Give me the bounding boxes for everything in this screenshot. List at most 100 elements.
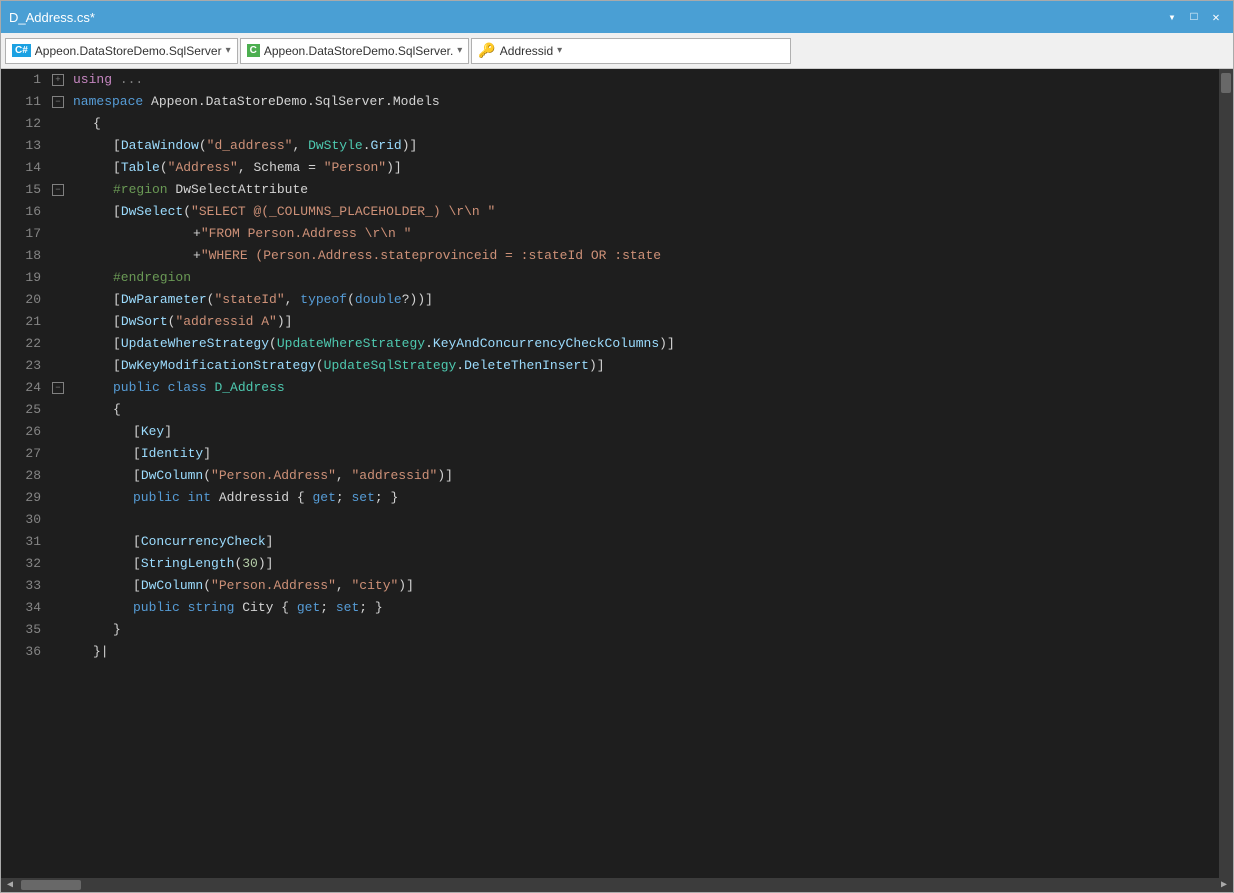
gutter: + − − [49,69,69,878]
code-line-27: [Identity] [73,443,1219,465]
scroll-left-btn[interactable]: ◀ [3,878,17,892]
chevron-down-icon2: ▾ [457,45,462,56]
gutter-1[interactable]: + [49,69,69,91]
vertical-scrollbar[interactable] [1219,69,1233,878]
scrollbar-thumb-h[interactable] [21,880,81,890]
token-dot2: . [425,333,433,355]
ln-27: 27 [1,443,41,465]
code-line-22: [UpdateWhereStrategy(UpdateWhereStrategy… [73,333,1219,355]
gutter-26 [49,421,69,443]
ln-11: 11 [1,91,41,113]
token-close: )] [437,465,453,487]
code-editor[interactable]: 1 11 12 13 14 15 16 17 18 19 20 21 22 23… [1,69,1233,892]
token-semi2: ; } [375,487,398,509]
token-sp [180,487,188,509]
token-select-str: "SELECT @(_COLUMNS_PLACEHOLDER_) \r\n " [191,201,495,223]
class-dropdown[interactable]: C Appeon.DataStoreDemo.SqlServer. ▾ [240,38,470,64]
gutter-31 [49,531,69,553]
code-line-25: { [73,399,1219,421]
token-semi4: ; } [359,597,382,619]
token-close4: )] [659,333,675,355]
gutter-28 [49,465,69,487]
ln-35: 35 [1,619,41,641]
code-lines: 1 11 12 13 14 15 16 17 18 19 20 21 22 23… [1,69,1233,878]
minimize-button[interactable]: ▾ [1163,8,1181,26]
token-class: class [168,377,207,399]
collapse-1[interactable]: + [52,74,64,86]
code-line-13: [DataWindow("d_address", DwStyle.Grid)] [73,135,1219,157]
token-namespace: namespace [73,91,143,113]
close-button[interactable]: ✕ [1207,8,1225,26]
token-col-str1: "Person.Address" [211,465,336,487]
toolbar: C# Appeon.DataStoreDemo.SqlServer ▾ C Ap… [1,33,1233,69]
token-string: string [188,597,235,619]
ln-33: 33 [1,575,41,597]
gutter-29 [49,487,69,509]
maximize-button[interactable]: □ [1185,8,1203,26]
gutter-24[interactable]: − [49,377,69,399]
code-line-26: [Key] [73,421,1219,443]
token-paren: ( [269,333,277,355]
token-bracket: [ [113,289,121,311]
code-line-19: #endregion [73,267,1219,289]
namespace-dropdown[interactable]: C# Appeon.DataStoreDemo.SqlServer ▾ [5,38,238,64]
token-sp3 [180,597,188,619]
scroll-right-btn[interactable]: ▶ [1217,878,1231,892]
gutter-36 [49,641,69,663]
gutter-15[interactable]: − [49,179,69,201]
chevron-down-icon: ▾ [226,45,231,56]
token-set: set [351,487,374,509]
code-line-20: [DwParameter("stateId", typeof(double?))… [73,289,1219,311]
token-bracket: [ [133,553,141,575]
ln-1: 1 [1,69,41,91]
member-dropdown[interactable]: 🔑 Addressid ▾ [471,38,791,64]
token-conccheck: ConcurrencyCheck [141,531,266,553]
token-paren: ( [234,553,242,575]
code-line-12: { [73,113,1219,135]
code-line-30 [73,509,1219,531]
collapse-15[interactable]: − [52,184,64,196]
scrollbar-thumb-v[interactable] [1221,73,1231,93]
token-col-str4: "city" [351,575,398,597]
horizontal-scrollbar[interactable]: ◀ ▶ [1,878,1233,892]
gutter-34 [49,597,69,619]
gutter-14 [49,157,69,179]
token-close3: )] [277,311,293,333]
token-identity: Identity [141,443,203,465]
token-paren2: ( [347,289,355,311]
ln-22: 22 [1,333,41,355]
ln-15: 15 [1,179,41,201]
code-line-23: [DwKeyModificationStrategy(UpdateSqlStra… [73,355,1219,377]
token-space [112,69,120,91]
ln-16: 16 [1,201,41,223]
token-paren: ( [203,575,211,597]
token-bracket: [ [113,135,121,157]
gutter-22 [49,333,69,355]
gutter-11[interactable]: − [49,91,69,113]
code-content[interactable]: using ... namespace Appeon.DataStoreDemo… [69,69,1219,878]
code-line-33: [DwColumn("Person.Address", "city")] [73,575,1219,597]
code-line-24: public class D_Address [73,377,1219,399]
gutter-13 [49,135,69,157]
token-endregion: #endregion [113,267,191,289]
token-public: public [113,377,160,399]
token-dwcol1: DwColumn [141,465,203,487]
token-paren: ( [199,135,207,157]
csharp-badge: C# [12,44,31,57]
token-city: City { [242,597,297,619]
code-line-28: [DwColumn("Person.Address", "addressid")… [73,465,1219,487]
token-get: get [312,487,335,509]
main-window: D_Address.cs* ▾ □ ✕ C# Appeon.DataStoreD… [0,0,1234,893]
token-comma2: , [336,575,352,597]
ln-12: 12 [1,113,41,135]
token-param-str: "stateId" [214,289,284,311]
token-get2: get [297,597,320,619]
token-close5: )] [589,355,605,377]
collapse-11[interactable]: − [52,96,64,108]
ln-13: 13 [1,135,41,157]
code-line-17: +"FROM Person.Address \r\n " [73,223,1219,245]
collapse-24[interactable]: − [52,382,64,394]
ln-24: 24 [1,377,41,399]
token-uwtype: UpdateWhereStrategy [277,333,425,355]
ln-20: 20 [1,289,41,311]
